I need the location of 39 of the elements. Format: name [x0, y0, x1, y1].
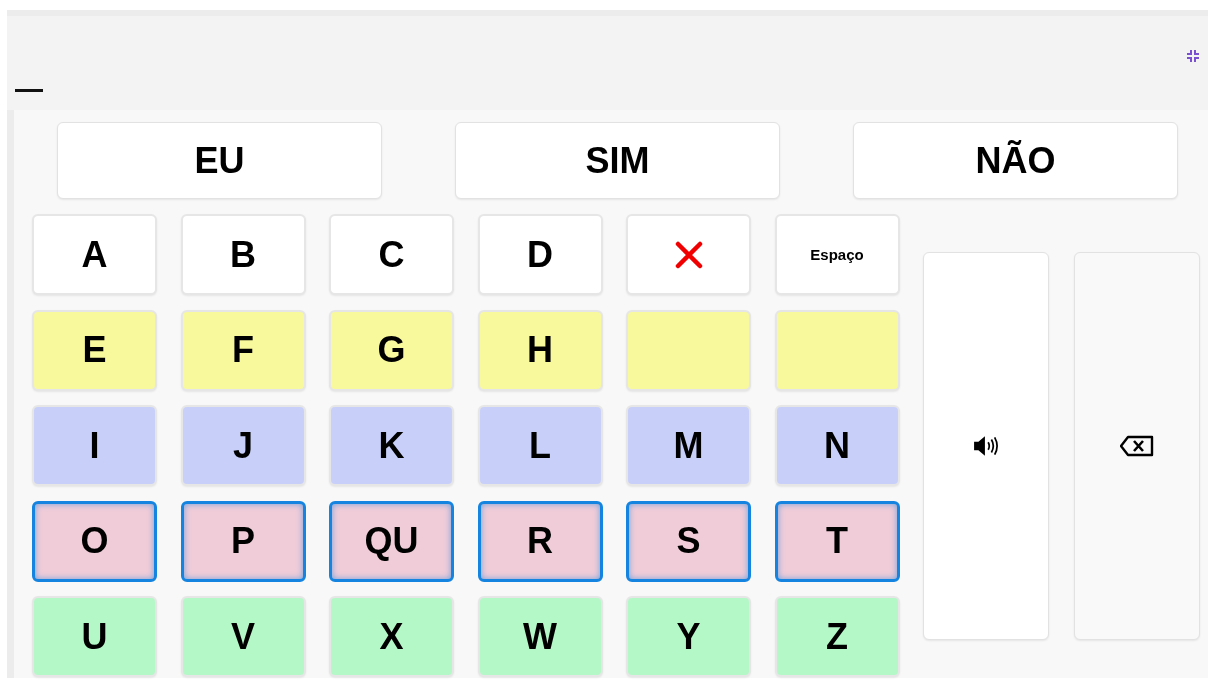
key-button[interactable]: U: [32, 596, 157, 677]
key-button[interactable]: Espaço: [774, 214, 900, 295]
clear-button[interactable]: [626, 214, 751, 295]
exit-fullscreen-icon: [1186, 49, 1200, 63]
key-button[interactable]: R: [477, 500, 603, 582]
phrase-button[interactable]: EU: [57, 122, 382, 199]
close-icon: [674, 240, 703, 269]
key-button[interactable]: C: [329, 214, 454, 295]
key-button[interactable]: Y: [626, 596, 751, 677]
key-button[interactable]: K: [329, 405, 454, 486]
key-button[interactable]: X: [329, 596, 454, 677]
key-button[interactable]: I: [32, 405, 157, 486]
phrase-button[interactable]: SIM: [455, 122, 780, 199]
key-button[interactable]: L: [477, 405, 603, 486]
key-button[interactable]: G: [329, 309, 454, 391]
key-button[interactable]: J: [180, 405, 306, 486]
key-button[interactable]: H: [477, 309, 603, 391]
key-button[interactable]: M: [626, 405, 751, 486]
key-button[interactable]: E: [32, 309, 157, 391]
key-button[interactable]: T: [774, 500, 900, 582]
key-button[interactable]: W: [477, 596, 603, 677]
key-button[interactable]: A: [32, 214, 157, 295]
key-button[interactable]: N: [774, 405, 900, 486]
exit-fullscreen-button[interactable]: [1186, 49, 1200, 63]
key-button[interactable]: Z: [774, 596, 900, 677]
key-button[interactable]: B: [180, 214, 306, 295]
backspace-icon: [1119, 435, 1154, 457]
key-button[interactable]: QU: [329, 500, 454, 582]
phrase-button[interactable]: NÃO: [853, 122, 1178, 199]
key-button[interactable]: F: [180, 309, 306, 391]
blank-key[interactable]: [626, 309, 751, 391]
speak-button[interactable]: [922, 252, 1049, 640]
backspace-button[interactable]: [1073, 252, 1200, 640]
key-button[interactable]: O: [32, 500, 157, 582]
key-button[interactable]: V: [180, 596, 306, 677]
key-button[interactable]: D: [477, 214, 603, 295]
key-button[interactable]: S: [626, 500, 751, 582]
blank-key[interactable]: [774, 309, 900, 391]
key-button[interactable]: P: [180, 500, 306, 582]
